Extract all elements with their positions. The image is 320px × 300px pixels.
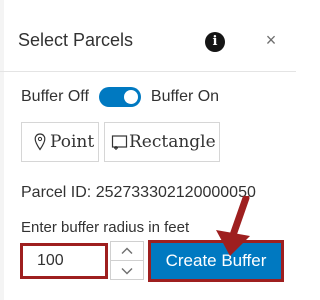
info-icon[interactable]: i — [205, 32, 225, 52]
buffer-on-label: Buffer On — [150, 88, 220, 105]
rectangle-tool-button[interactable]: Rectangle — [104, 122, 220, 162]
parcel-id-text: Parcel ID: 252733302120000050 — [21, 184, 256, 201]
stepper-up-button[interactable] — [111, 242, 143, 261]
stepper-down-button[interactable] — [111, 261, 143, 280]
create-buffer-button[interactable]: Create Buffer — [148, 240, 284, 282]
buffer-off-label: Buffer Off — [21, 88, 89, 105]
radius-stepper — [110, 241, 144, 280]
chevron-down-icon — [121, 262, 133, 280]
panel-title: Select Parcels — [18, 30, 134, 50]
point-tool-label: Point — [50, 132, 95, 152]
buffer-toggle-switch[interactable] — [98, 87, 141, 107]
buffer-toggle-row: Buffer Off Buffer On — [21, 86, 219, 108]
panel-header: Select Parcels i × — [0, 0, 296, 72]
point-pin-icon — [34, 133, 46, 151]
rectangle-select-icon — [111, 133, 129, 151]
buffer-radius-label: Enter buffer radius in feet — [21, 219, 190, 236]
point-tool-button[interactable]: Point — [21, 122, 99, 162]
close-icon[interactable]: × — [262, 30, 280, 50]
buffer-radius-input[interactable] — [20, 243, 108, 279]
rectangle-tool-label: Rectangle — [129, 132, 216, 152]
chevron-up-icon — [121, 242, 133, 260]
toggle-knob — [123, 90, 138, 104]
